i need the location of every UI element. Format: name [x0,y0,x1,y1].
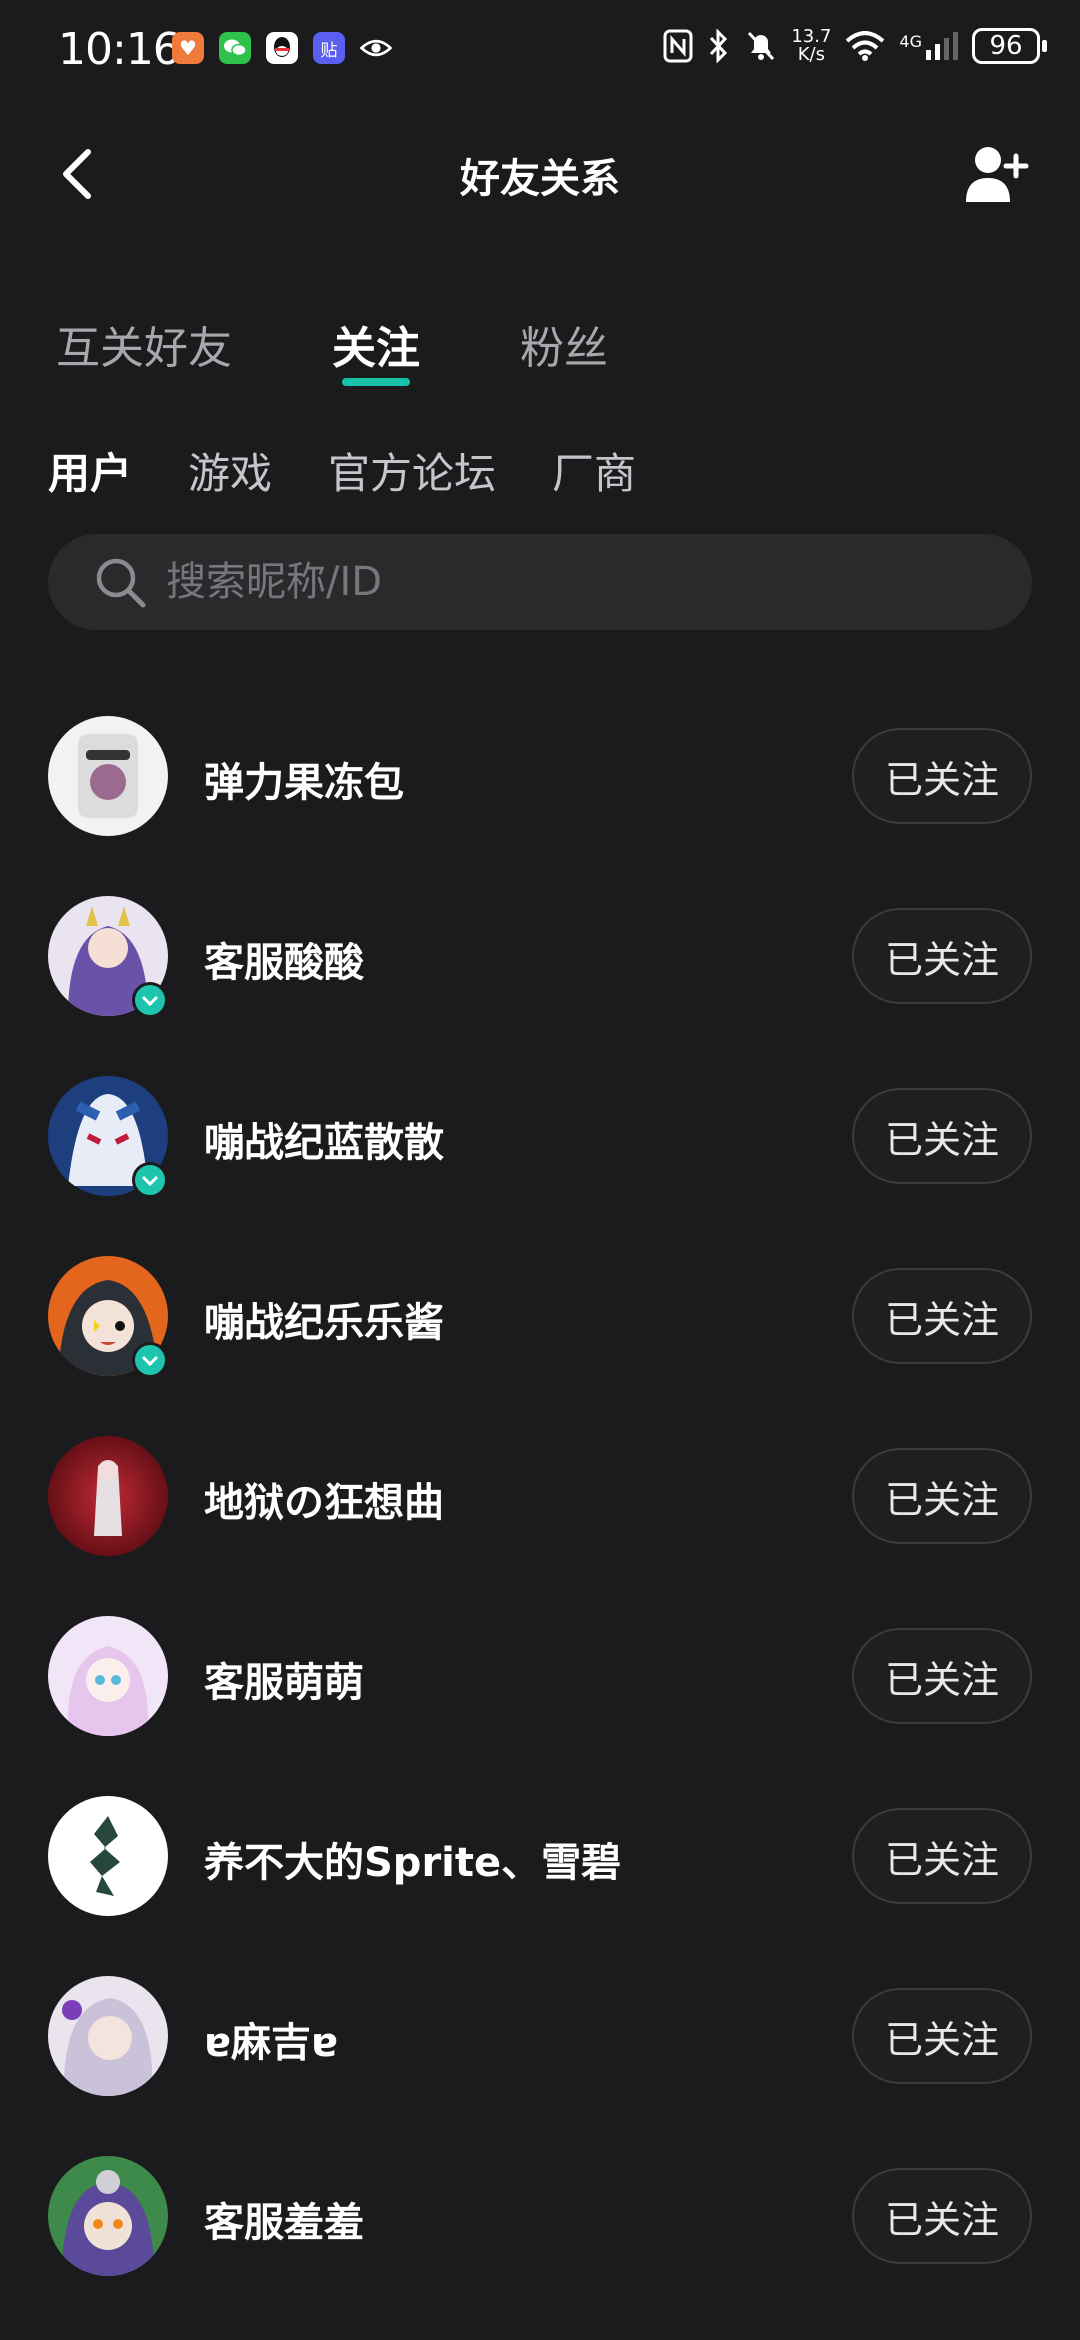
list-item[interactable]: 客服萌萌 已关注 [0,1586,1080,1766]
list-item[interactable]: 嘣战纪蓝散散 已关注 [0,1046,1080,1226]
page-title: 好友关系 [460,156,620,202]
speed-unit: K/s [797,44,825,65]
following-button[interactable]: 已关注 [852,1268,1032,1364]
status-bar: 10:16 ♥ 贴 13.7 K/s 4G 96 [0,0,1080,100]
list-item[interactable]: 弹力果冻包 已关注 [0,686,1080,866]
following-button[interactable]: 已关注 [852,728,1032,824]
tab-label: 粉丝 [520,323,608,374]
tieba-icon: 贴 [313,32,345,64]
user-name: 客服羞羞 [204,2200,364,2246]
tab-official-forums[interactable]: 官方论坛 [328,440,496,501]
avatar[interactable] [48,1436,168,1556]
search-icon [96,558,146,608]
tab-mutual-friends[interactable]: 互关好友 [56,312,232,376]
search-bar[interactable] [48,534,1032,630]
user-name: 养不大的Sprite、雪碧 [204,1840,622,1886]
category-tabs: 用户 游戏 官方论坛 厂商 [48,440,692,501]
qq-icon [266,32,298,64]
following-list: 弹力果冻包 已关注 客服酸酸 已关注 嘣战纪蓝散散 已关注 嘣战纪乐乐酱 已关注… [0,686,1080,2306]
tab-fans[interactable]: 粉丝 [520,312,608,376]
verified-badge-icon [132,1342,168,1378]
tab-label: 关注 [332,323,420,374]
bluetooth-icon [710,29,728,63]
search-input[interactable] [164,558,968,606]
avatar[interactable] [48,1976,168,2096]
list-item[interactable]: 养不大的Sprite、雪碧 已关注 [0,1766,1080,1946]
list-item[interactable]: 地狱の狂想曲 已关注 [0,1406,1080,1586]
tab-games[interactable]: 游戏 [188,440,272,501]
avatar[interactable] [48,1796,168,1916]
tab-following[interactable]: 关注 [332,312,420,386]
top-app-bar: 好友关系 [0,120,1080,230]
mute-bell-icon [748,31,775,61]
tab-label: 互关好友 [56,323,232,374]
avatar[interactable] [48,2156,168,2276]
following-button[interactable]: 已关注 [852,1988,1032,2084]
network-type: 4G [899,32,922,51]
list-item[interactable]: 嘣战纪乐乐酱 已关注 [0,1226,1080,1406]
nfc-icon [663,29,693,63]
following-button[interactable]: 已关注 [852,1088,1032,1184]
user-name: 嘣战纪乐乐酱 [204,1300,444,1346]
heart-app-icon: ♥ [172,32,204,64]
following-button[interactable]: 已关注 [852,908,1032,1004]
wifi-icon [846,31,885,61]
following-button[interactable]: 已关注 [852,1448,1032,1544]
relationship-tabs: 互关好友 关注 粉丝 [56,312,708,386]
user-name: 客服萌萌 [204,1660,364,1706]
list-item[interactable]: ɐ麻吉ɐ 已关注 [0,1946,1080,2126]
avatar[interactable] [48,1616,168,1736]
verified-badge-icon [132,982,168,1018]
following-button[interactable]: 已关注 [852,2168,1032,2264]
eye-icon [360,32,392,64]
following-button[interactable]: 已关注 [852,1628,1032,1724]
active-tab-indicator [342,378,410,386]
tab-users[interactable]: 用户 [48,440,132,501]
user-name: 弹力果冻包 [204,760,404,806]
status-time: 10:16 [58,24,181,75]
avatar[interactable] [48,716,168,836]
user-name: 嘣战纪蓝散散 [204,1120,444,1166]
system-status: 13.7 K/s 4G 96 [663,28,1047,64]
notification-icons: ♥ 贴 [172,32,392,64]
wechat-icon [219,32,251,64]
list-item[interactable]: 客服酸酸 已关注 [0,866,1080,1046]
verified-badge-icon [132,1162,168,1198]
user-name: 地狱の狂想曲 [204,1480,444,1526]
tab-vendors[interactable]: 厂商 [552,440,636,501]
cell-signal-icon: 4G [899,32,958,60]
add-user-icon [966,147,1029,202]
add-friend-button[interactable] [964,142,1032,206]
user-name: ɐ麻吉ɐ [204,2020,338,2066]
user-name: 客服酸酸 [204,940,364,986]
following-button[interactable]: 已关注 [852,1808,1032,1904]
battery-indicator: 96 [972,28,1047,64]
network-speed: 13.7 K/s [791,28,831,64]
list-item[interactable]: 客服羞羞 已关注 [0,2126,1080,2306]
